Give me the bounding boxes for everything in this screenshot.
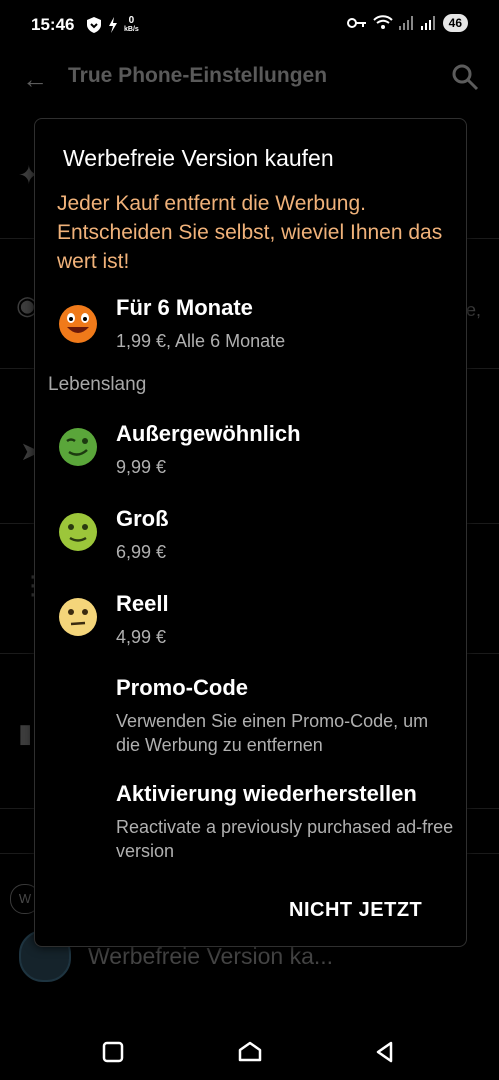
app-bar: ← True Phone-Einstellungen (0, 52, 499, 108)
purchase-dialog: Werbefreie Version kaufen Jeder Kauf ent… (34, 118, 467, 947)
lifetime-option[interactable]: Außergewöhnlich 9,99 € (35, 421, 466, 491)
promo-code-option[interactable]: Promo-Code Verwenden Sie einen Promo-Cod… (35, 675, 466, 755)
subscription-title: Für 6 Monate (116, 295, 253, 320)
restore-activation-option[interactable]: Aktivierung wiederherstellen Reactivate … (35, 781, 466, 861)
shield-icon (87, 17, 101, 33)
vpn-key-icon (346, 18, 366, 28)
restore-activation-subtitle: Reactivate a previously purchased ad-fre… (116, 817, 454, 861)
home-icon[interactable] (236, 1038, 264, 1066)
book-icon: ▮ (18, 718, 33, 748)
battery-indicator: 46 (442, 14, 468, 32)
status-bar: 15:46 0 kB/s 46 (0, 0, 499, 52)
subscription-price: 1,99 €, Alle 6 Monate (116, 331, 286, 351)
background-item-label: Werbefreie Version ka... (88, 943, 334, 969)
restore-activation-title: Aktivierung wiederherstellen (116, 781, 417, 806)
section-label-lifetime: Lebenslang (48, 374, 147, 395)
charging-bolt-icon (109, 17, 117, 33)
not-now-button[interactable]: NICHT JETZT (289, 899, 422, 922)
lifetime-option-price: 4,99 € (116, 627, 167, 647)
back-triangle-icon[interactable] (371, 1038, 399, 1066)
signal-1-icon (398, 16, 413, 30)
status-time: 15:46 (31, 15, 75, 34)
recents-square-icon[interactable] (99, 1038, 127, 1066)
subscription-option[interactable]: Für 6 Monate 1,99 €, Alle 6 Monate (35, 295, 466, 365)
neutral-emoji-icon (59, 598, 97, 636)
lifetime-option-title: Außergewöhnlich (116, 421, 301, 446)
smiling-emoji-icon (59, 513, 97, 551)
lifetime-option-title: Groß (116, 506, 169, 531)
laughing-emoji-icon (59, 305, 97, 343)
background-text-fragment: e, (466, 300, 482, 320)
back-arrow-icon[interactable]: ← (22, 64, 48, 95)
winking-emoji-icon (59, 428, 97, 466)
navigation-bar (0, 1020, 499, 1080)
lifetime-option-price: 6,99 € (116, 542, 167, 562)
lifetime-option-price: 9,99 € (116, 457, 167, 477)
promo-code-subtitle: Verwenden Sie einen Promo-Code, um die W… (116, 711, 429, 755)
dialog-subtitle: Jeder Kauf entfernt die Werbung. Entsche… (57, 192, 443, 273)
lifetime-option[interactable]: Groß 6,99 € (35, 506, 466, 576)
app-bar-title: True Phone-Einstellungen (68, 64, 328, 87)
signal-2-icon (420, 16, 435, 30)
network-speed: 0 kB/s (124, 15, 139, 34)
wifi-icon (372, 15, 393, 29)
dialog-title: Werbefreie Version kaufen (63, 145, 334, 171)
lifetime-option[interactable]: Reell 4,99 € (35, 591, 466, 661)
lifetime-option-title: Reell (116, 591, 169, 616)
promo-code-title: Promo-Code (116, 675, 248, 700)
search-icon[interactable] (450, 62, 480, 92)
